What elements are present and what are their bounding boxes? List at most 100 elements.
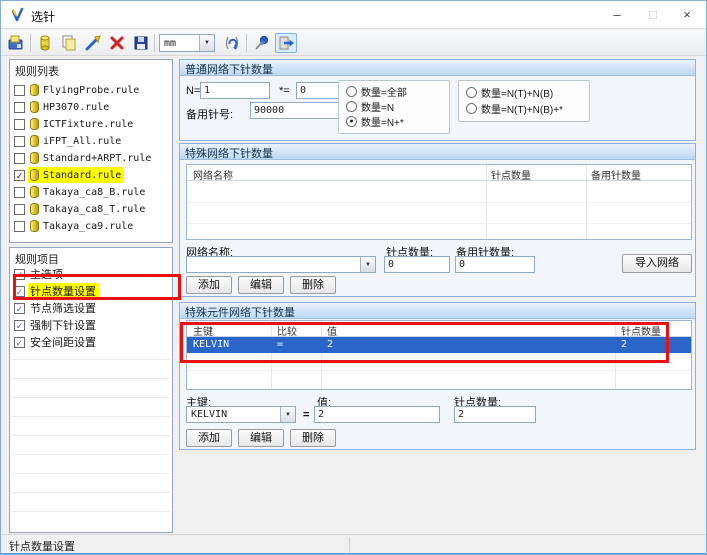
checkbox[interactable]: ✓ xyxy=(14,303,25,314)
grid-line xyxy=(321,321,322,389)
rule-item[interactable]: ✓ 节点筛选设置 xyxy=(12,300,170,316)
radio-label: 数量=全部 xyxy=(361,84,407,99)
refresh-icon[interactable] xyxy=(221,33,243,53)
delete-button[interactable]: 删除 xyxy=(290,276,336,294)
rule-item[interactable]: ✓ 强制下针设置 xyxy=(12,317,170,333)
radio-option[interactable]: 数量=N(T)+N(B) xyxy=(466,86,553,99)
checkbox[interactable]: ✓ xyxy=(14,269,25,280)
grid-line xyxy=(12,397,170,398)
rule-list-item[interactable]: FlyingProbe.rule xyxy=(12,82,170,98)
delete-icon[interactable] xyxy=(106,33,128,53)
unit-dropdown[interactable]: mm ▼ xyxy=(159,34,215,52)
pin-qty-input[interactable] xyxy=(454,406,536,423)
key-value: KELVIN xyxy=(187,409,280,420)
rule-icon xyxy=(30,169,39,181)
radio-icon[interactable] xyxy=(346,101,357,112)
rule-icon xyxy=(30,220,39,232)
rule-item[interactable]: ✓ 安全间距设置 xyxy=(12,334,170,350)
close-button[interactable]: × xyxy=(669,1,705,29)
probe-icon[interactable] xyxy=(82,33,104,53)
minimize-button[interactable]: – xyxy=(599,1,635,29)
toolbar-separator xyxy=(246,34,247,52)
rule-list-item[interactable]: HP3070.rule xyxy=(12,99,170,115)
checkbox[interactable] xyxy=(14,119,25,130)
copy-rule-icon[interactable] xyxy=(58,33,80,53)
checkbox[interactable]: ✓ xyxy=(14,337,25,348)
checkbox[interactable]: ✓ xyxy=(14,170,25,181)
chevron-down-icon[interactable]: ▼ xyxy=(280,407,295,422)
edit-button[interactable]: 编辑 xyxy=(238,276,284,294)
radio-icon[interactable] xyxy=(346,86,357,97)
rule-list-item-selected[interactable]: ✓ Standard.rule xyxy=(12,167,170,183)
n-input[interactable] xyxy=(200,82,270,99)
net-name-dropdown[interactable]: ▼ xyxy=(186,256,376,273)
checkbox[interactable] xyxy=(14,187,25,198)
special-network-table[interactable]: 网络名称 针点数量 备用针数量 xyxy=(186,164,692,240)
radio-icon[interactable] xyxy=(466,103,477,114)
checkbox[interactable] xyxy=(14,136,25,147)
add-button[interactable]: 添加 xyxy=(186,429,232,447)
rule-list-item[interactable]: Takaya_ca8_T.rule xyxy=(12,201,170,217)
grid-line xyxy=(12,492,170,493)
statusbar: 针点数量设置 xyxy=(1,534,706,554)
radio-option[interactable]: 数量=N(T)+N(B)+* xyxy=(466,102,563,115)
status-divider xyxy=(349,537,350,553)
rule-list-item[interactable]: Standard+ARPT.rule xyxy=(12,150,170,166)
titlebar: 选针 – □ × xyxy=(1,1,706,29)
checkbox[interactable] xyxy=(14,153,25,164)
status-text: 针点数量设置 xyxy=(9,538,75,554)
edit-button[interactable]: 编辑 xyxy=(238,429,284,447)
grid-line xyxy=(12,511,170,512)
toolbar-separator xyxy=(154,34,155,52)
rule-icon xyxy=(30,152,39,164)
radio-label: 数量=N xyxy=(361,99,394,114)
import-network-button[interactable]: 导入网络 xyxy=(622,254,692,273)
key-dropdown[interactable]: KELVIN ▼ xyxy=(186,406,296,423)
checkbox[interactable]: ✓ xyxy=(14,320,25,331)
chevron-down-icon[interactable]: ▼ xyxy=(199,35,214,51)
section-header: 普通网络下针数量 xyxy=(180,60,695,76)
rule-list-item[interactable]: Takaya_ca9.rule xyxy=(12,218,170,234)
radio-option-selected[interactable]: ● 数量=N+* xyxy=(346,115,404,128)
spare-qty-input[interactable] xyxy=(455,256,535,273)
radio-option[interactable]: 数量=全部 xyxy=(346,85,407,98)
rule-item[interactable]: ✓ 主选项 xyxy=(12,266,170,282)
add-button[interactable]: 添加 xyxy=(186,276,232,294)
section-header: 特殊元件网络下针数量 xyxy=(180,303,695,319)
checkbox[interactable] xyxy=(14,102,25,113)
rule-icon xyxy=(30,101,39,113)
rule-list-item[interactable]: iFPT_All.rule xyxy=(12,133,170,149)
radio-option[interactable]: 数量=N xyxy=(346,100,394,113)
checkbox[interactable] xyxy=(14,85,25,96)
rule-list-item[interactable]: Takaya_ca8_B.rule xyxy=(12,184,170,200)
radio-icon[interactable] xyxy=(466,87,477,98)
save-icon[interactable] xyxy=(130,33,152,53)
delete-button[interactable]: 删除 xyxy=(290,429,336,447)
open-rule-icon[interactable] xyxy=(5,33,27,53)
pin-qty-input[interactable] xyxy=(384,256,450,273)
app-icon xyxy=(10,7,26,23)
rule-icon xyxy=(30,84,39,96)
checkbox[interactable] xyxy=(14,221,25,232)
value-input[interactable] xyxy=(314,406,440,423)
pushpin-icon[interactable] xyxy=(251,33,273,53)
rule-label: iFPT_All.rule xyxy=(43,136,121,147)
radio-icon[interactable]: ● xyxy=(346,116,357,127)
rule-item-label: 针点数量设置 xyxy=(30,283,96,299)
grid-line xyxy=(187,370,691,371)
grid-line xyxy=(12,435,170,436)
special-component-table[interactable]: 主键 比较 值 针点数量 KELVIN = 2 2 xyxy=(186,320,692,390)
rule-list-item[interactable]: ICTFixture.rule xyxy=(12,116,170,132)
cell-compare: = xyxy=(277,339,283,350)
table-row-selected[interactable]: KELVIN = 2 2 xyxy=(187,337,691,353)
rule-database-icon[interactable] xyxy=(34,33,56,53)
apply-exit-icon[interactable] xyxy=(275,33,297,53)
checkbox[interactable] xyxy=(14,204,25,215)
rule-item-selected[interactable]: ✓ 针点数量设置 xyxy=(12,283,170,299)
rule-label: Takaya_ca8_T.rule xyxy=(43,204,145,215)
checkbox[interactable]: ✓ xyxy=(14,286,25,297)
rule-icon xyxy=(30,186,39,198)
chevron-down-icon[interactable]: ▼ xyxy=(360,257,375,272)
cell-value: 2 xyxy=(327,339,333,350)
cell-pin-qty: 2 xyxy=(621,339,627,350)
